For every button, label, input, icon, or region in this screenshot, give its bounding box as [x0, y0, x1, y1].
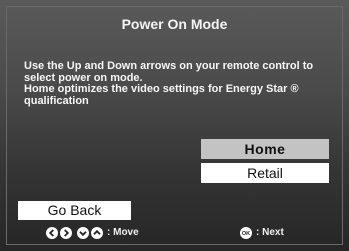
ok-button-icon: OK — [240, 226, 252, 239]
left-arrow-icon — [46, 226, 58, 239]
instructions-text: Use the Up and Down arrows on your remot… — [24, 60, 340, 107]
next-legend: OK : Next — [240, 226, 284, 239]
instructions-line-3: Home optimizes the video settings for En… — [24, 83, 299, 95]
instructions-line-1: Use the Up and Down arrows on your remot… — [24, 60, 314, 72]
option-home[interactable]: Home — [201, 139, 329, 159]
up-arrow-icon — [91, 226, 103, 239]
instructions-line-4: qualification — [24, 94, 89, 107]
go-back-button[interactable]: Go Back — [18, 201, 131, 220]
power-on-mode-screen: Power On Mode Use the Up and Down arrows… — [0, 0, 349, 251]
move-legend: : Move — [46, 226, 139, 239]
move-label: : Move — [107, 227, 139, 238]
next-label: : Next — [256, 227, 284, 238]
svg-text:OK: OK — [242, 231, 250, 237]
option-retail[interactable]: Retail — [201, 163, 329, 183]
page-title: Power On Mode — [121, 16, 228, 32]
down-arrow-icon — [77, 226, 89, 239]
right-arrow-icon — [60, 226, 72, 239]
